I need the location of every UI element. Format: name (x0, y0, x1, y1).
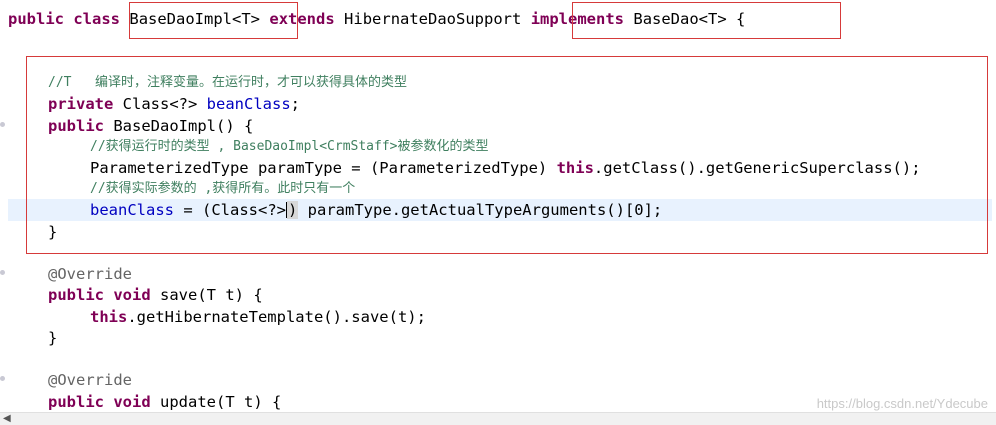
highlight-box-class-name (129, 2, 298, 39)
code-line-method-save[interactable]: public void save(T t) { (48, 284, 263, 306)
keyword-void: void (113, 286, 151, 304)
super-class-name[interactable]: HibernateDaoSupport (344, 10, 521, 28)
fold-marker[interactable] (0, 270, 5, 275)
fold-marker[interactable] (0, 122, 5, 127)
code-line-method-update[interactable]: public void update(T t) { (48, 391, 281, 413)
method-chain: .getHibernateTemplate().save(t); (127, 308, 426, 326)
scroll-left-arrow-icon[interactable]: ◀ (3, 413, 11, 424)
code-line-close-brace[interactable]: } (48, 327, 57, 349)
highlight-box-constructor (26, 56, 988, 254)
keyword-this: this (90, 308, 128, 326)
code-line-annotation[interactable]: @Override (48, 263, 132, 285)
keyword-class: class (73, 10, 121, 28)
method-signature[interactable]: update(T t) { (160, 393, 281, 411)
code-line-method-body[interactable]: this.getHibernateTemplate().save(t); (90, 306, 426, 328)
highlight-box-implements (572, 2, 841, 39)
keyword-public: public (48, 286, 104, 304)
watermark: https://blog.csdn.net/Ydecube (816, 396, 988, 411)
fold-marker[interactable] (0, 376, 5, 381)
keyword-void: void (113, 393, 151, 411)
method-signature[interactable]: save(T t) { (160, 286, 263, 304)
horizontal-scrollbar[interactable]: ◀ (0, 412, 996, 425)
code-line-annotation[interactable]: @Override (48, 369, 132, 391)
keyword-public: public (8, 10, 64, 28)
keyword-public: public (48, 393, 104, 411)
